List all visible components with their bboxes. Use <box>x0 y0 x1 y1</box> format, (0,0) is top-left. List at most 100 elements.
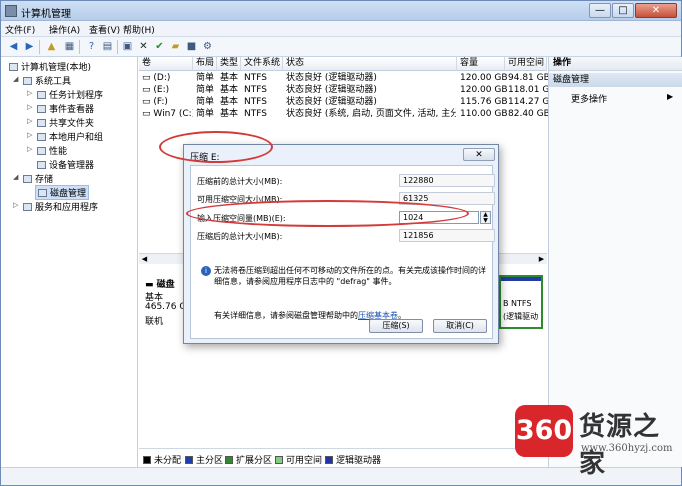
scroll-left-icon[interactable]: ◀ <box>139 254 150 264</box>
clock-icon <box>37 91 46 99</box>
title-bar: 计算机管理 — □ ✕ <box>1 1 681 21</box>
computer-management-window: 计算机管理 — □ ✕ 文件(F) 操作(A) 查看(V) 帮助(H) ◀ ▶ … <box>0 0 682 486</box>
partition-logical[interactable]: B NTFS (逻辑驱动 <box>499 275 543 329</box>
actions-section[interactable]: 磁盘管理 <box>549 73 682 87</box>
minimize-button[interactable]: — <box>589 3 611 18</box>
tree-event-viewer[interactable]: 事件查看器 <box>37 102 94 115</box>
expand-arrow-icon[interactable]: ▷ <box>27 117 32 125</box>
shrink-note: 无法将卷压缩到超出任何不可移动的文件所在的点。有关完成该操作时间的详细信息，请参… <box>214 266 486 286</box>
tree-device-manager[interactable]: 设备管理器 <box>37 158 94 171</box>
column-header[interactable]: 布局 <box>193 57 217 71</box>
tree-task-scheduler[interactable]: 任务计划程序 <box>37 88 103 101</box>
window-title: 计算机管理 <box>21 9 71 20</box>
expand-arrow-icon[interactable]: ▷ <box>27 89 32 97</box>
tree-root[interactable]: 计算机管理(本地) <box>9 60 91 73</box>
table-cell: 状态良好 (系统, 启动, 页面文件, 活动, 主分区) <box>286 109 456 119</box>
tree-local-users[interactable]: 本地用户和组 <box>37 130 103 143</box>
toolbar-separator <box>79 40 80 54</box>
expand-arrow-icon[interactable]: ▷ <box>13 201 18 209</box>
users-icon <box>37 133 46 141</box>
tree-label: 磁盘管理 <box>50 189 87 199</box>
close-button[interactable]: ✕ <box>635 3 677 18</box>
tree-disk-management[interactable]: 磁盘管理 <box>35 185 90 200</box>
table-cell: 简单 <box>196 85 215 95</box>
legend-logical: 逻辑驱动器 <box>325 453 381 466</box>
swatch <box>275 456 283 464</box>
table-cell: NTFS <box>244 109 267 119</box>
save-icon[interactable]: ■ <box>185 40 198 53</box>
partition-fs: B NTFS <box>503 299 532 308</box>
disk-icon <box>38 189 47 197</box>
tree-root-label: 计算机管理(本地) <box>21 63 92 73</box>
tree-services[interactable]: 服务和应用程序 <box>23 200 98 213</box>
maximize-button[interactable]: □ <box>612 3 634 18</box>
table-row[interactable]: ▭ (E:) 简单 基本 NTFS 状态良好 (逻辑驱动器) 120.00 GB… <box>139 84 556 96</box>
table-row[interactable]: ▭ (D:) 简单 基本 NTFS 状态良好 (逻辑驱动器) 120.00 GB… <box>139 72 550 84</box>
view-icon[interactable]: ▤ <box>101 40 114 53</box>
performance-icon <box>37 147 46 155</box>
legend-primary: 主分区 <box>185 453 223 466</box>
table-row[interactable]: ▭ Win7 (C:) 简单 基本 NTFS 状态良好 (系统, 启动, 页面文… <box>139 108 550 120</box>
table-cell: 简单 <box>196 97 215 107</box>
scroll-right-icon[interactable]: ▶ <box>536 254 547 264</box>
watermark-url: www.360hyzj.com <box>581 443 673 454</box>
column-header[interactable]: 可用空间 <box>505 57 547 71</box>
delete-icon[interactable]: ✕ <box>137 40 150 53</box>
collapse-arrow-icon[interactable]: ◢ <box>13 173 18 181</box>
column-header[interactable]: 卷 <box>139 57 193 71</box>
collapse-arrow-icon[interactable]: ◢ <box>13 75 18 83</box>
column-header[interactable]: 文件系统 <box>241 57 283 71</box>
table-cell: 状态良好 (逻辑驱动器) <box>286 85 377 95</box>
forward-icon[interactable]: ▶ <box>23 40 36 53</box>
settings-icon[interactable]: ⚙ <box>201 40 214 53</box>
submenu-arrow-icon: ▶ <box>667 92 674 101</box>
legend-extended: 扩展分区 <box>225 453 272 466</box>
tree-label: 本地用户和组 <box>49 133 104 143</box>
console-icon[interactable]: ▦ <box>63 40 76 53</box>
menu-action[interactable]: 操作(A) <box>49 23 80 36</box>
storage-icon <box>23 175 32 183</box>
more-actions[interactable]: 更多操作 <box>571 92 607 105</box>
tree-system-tools[interactable]: 系统工具 <box>23 74 71 87</box>
device-icon <box>37 161 46 169</box>
menu-view[interactable]: 查看(V) <box>89 23 120 36</box>
tree-label: 事件查看器 <box>49 105 95 115</box>
cancel-button[interactable]: 取消(C) <box>433 319 487 333</box>
computer-icon <box>9 63 18 71</box>
annotation-ellipse <box>159 131 273 163</box>
properties-icon[interactable]: ▣ <box>121 40 134 53</box>
column-header[interactable]: 容量 <box>457 57 505 71</box>
shrink-button[interactable]: 压缩(S) <box>369 319 423 333</box>
watermark-logo: 360 <box>515 405 573 457</box>
help-icon[interactable]: ? <box>85 40 98 53</box>
legend-free-space: 可用空间 <box>275 453 322 466</box>
check-icon[interactable]: ✔ <box>153 40 166 53</box>
expand-arrow-icon[interactable]: ▷ <box>27 145 32 153</box>
tree-label: 系统工具 <box>35 77 72 87</box>
legend-unallocated: 未分配 <box>143 453 181 466</box>
tree-shared-folders[interactable]: 共享文件夹 <box>37 116 94 129</box>
table-row[interactable]: ▭ (F:) 简单 基本 NTFS 状态良好 (逻辑驱动器) 115.76 GB… <box>139 96 556 108</box>
menu-help[interactable]: 帮助(H) <box>123 23 155 36</box>
back-icon[interactable]: ◀ <box>7 40 20 53</box>
expand-arrow-icon[interactable]: ▷ <box>27 103 32 111</box>
tree-label: 性能 <box>49 147 68 157</box>
table-cell: NTFS <box>244 85 267 95</box>
swatch <box>143 456 151 464</box>
table-cell: 基本 <box>220 97 239 107</box>
column-header[interactable]: 状态 <box>283 57 457 71</box>
watermark: 360 货源之家 www.360hyzj.com <box>515 403 682 479</box>
tree-storage[interactable]: 存储 <box>23 172 53 185</box>
expand-arrow-icon[interactable]: ▷ <box>27 131 32 139</box>
open-icon[interactable]: ▰ <box>169 40 182 53</box>
spinner-icon[interactable]: ▲ ▼ <box>480 211 491 224</box>
menu-file[interactable]: 文件(F) <box>5 23 35 36</box>
tree-label: 服务和应用程序 <box>35 203 99 213</box>
table-cell: 基本 <box>220 73 239 83</box>
dialog-close-button[interactable]: ✕ <box>463 148 495 161</box>
table-cell: 状态良好 (逻辑驱动器) <box>286 73 377 83</box>
up-icon[interactable]: ▲ <box>45 40 58 53</box>
navigation-tree: 计算机管理(本地) ◢ 系统工具 ▷ 任务计划程序 ▷ 事件查看器 ▷ 共享文件… <box>1 57 138 467</box>
tree-performance[interactable]: 性能 <box>37 144 67 157</box>
column-header[interactable]: 类型 <box>217 57 241 71</box>
